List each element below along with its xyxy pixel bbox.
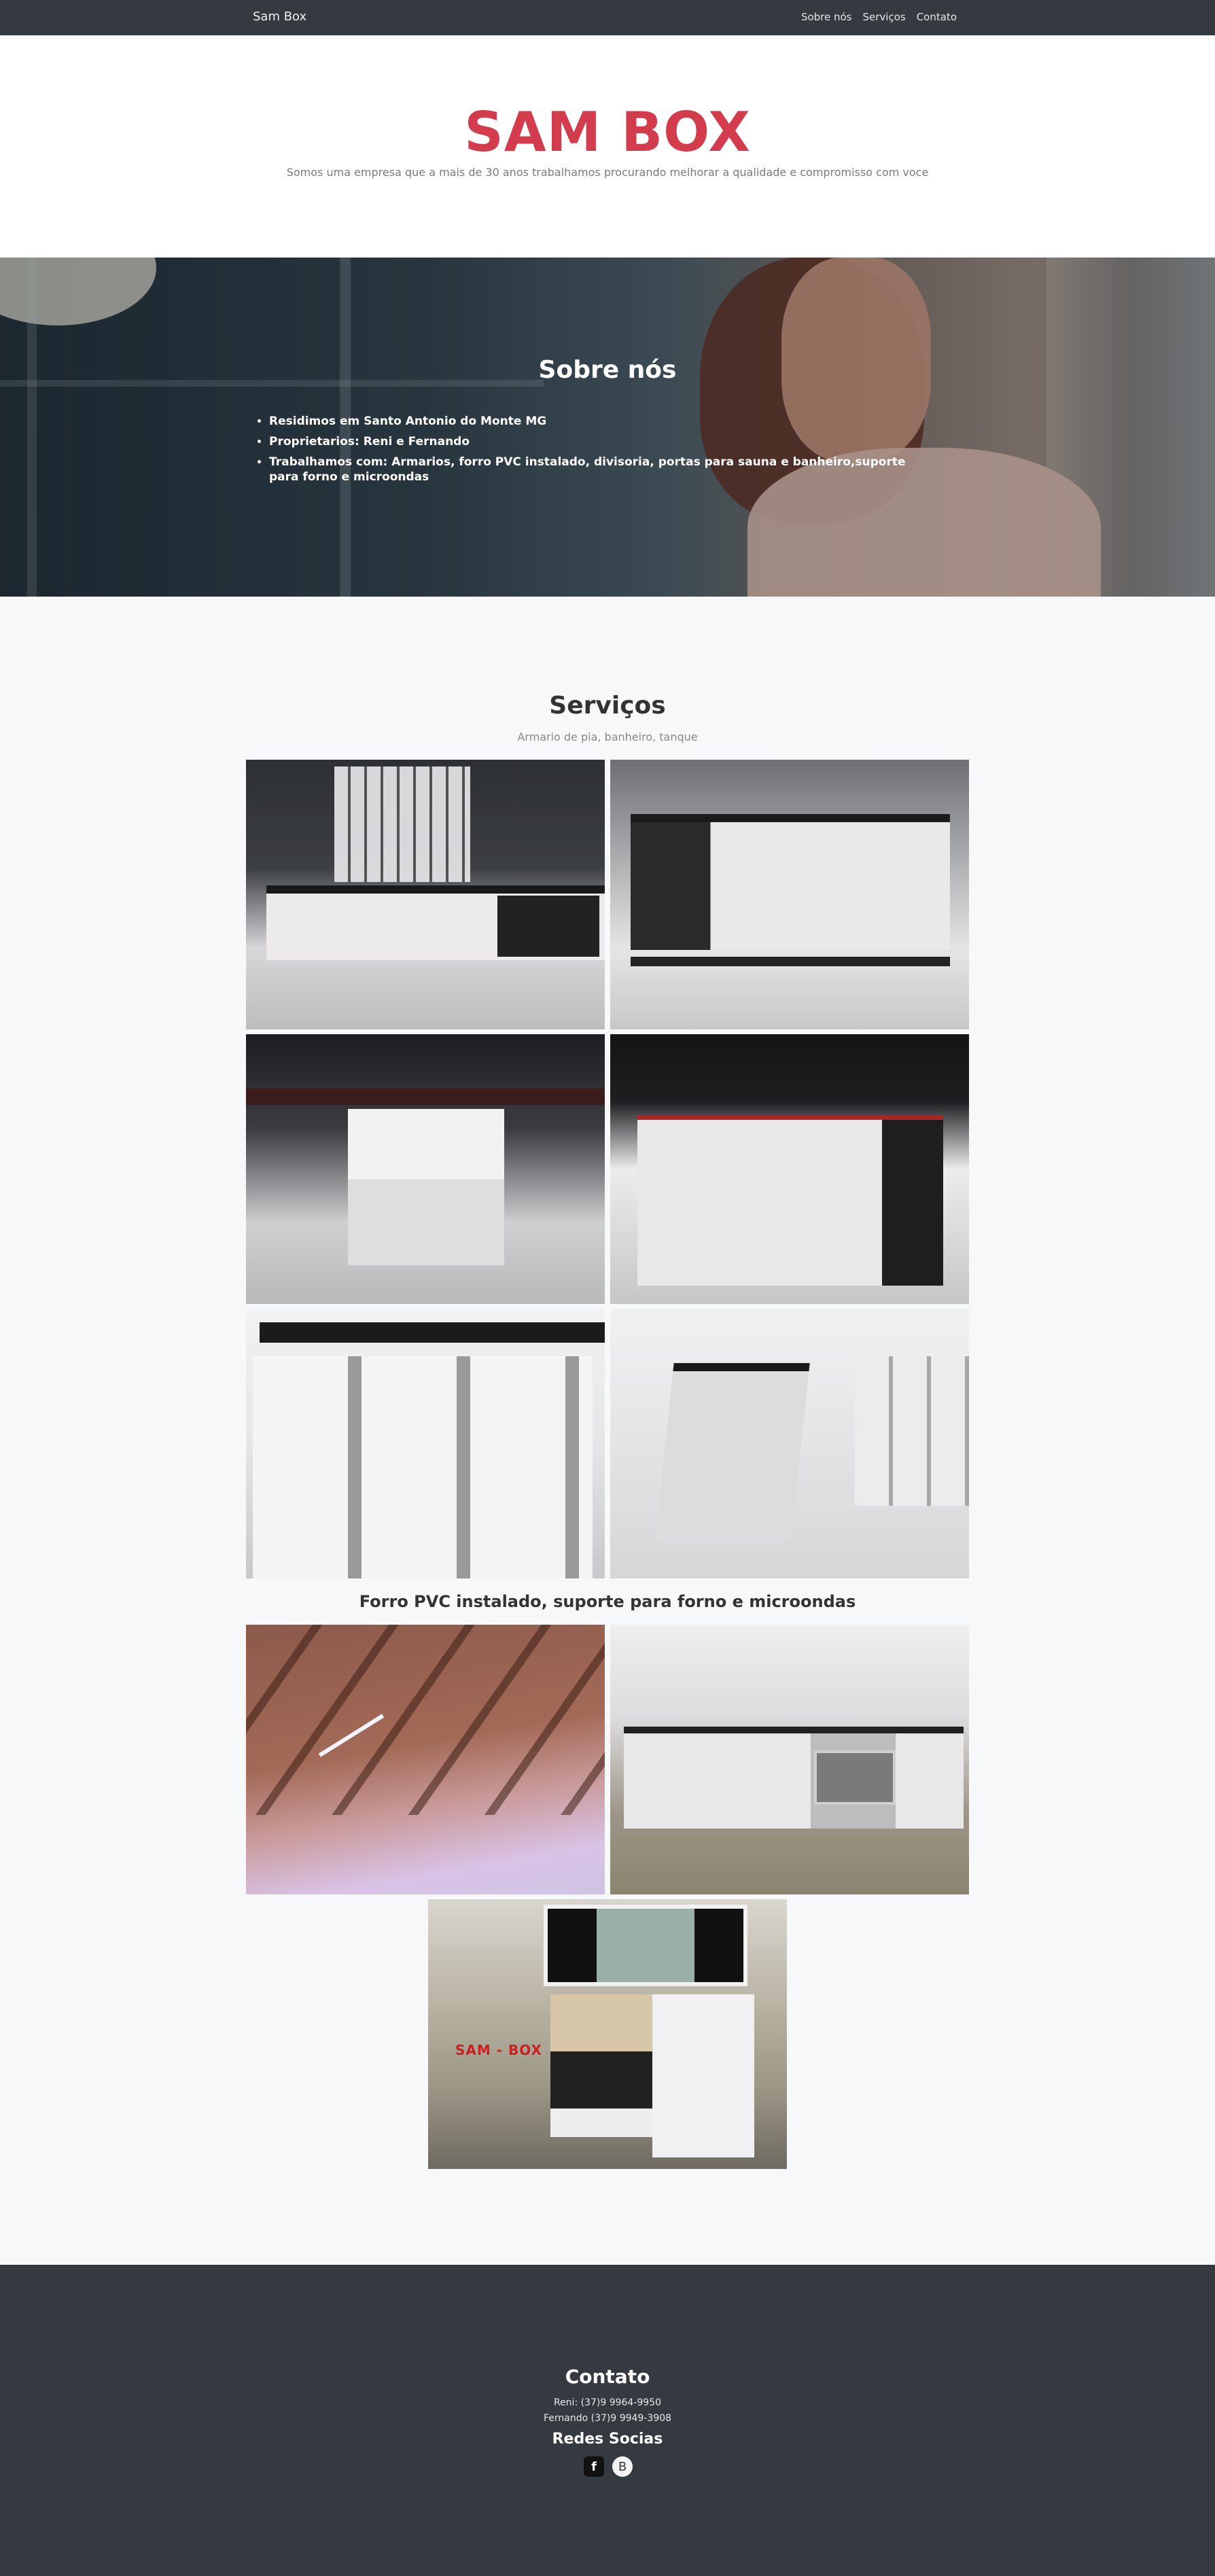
nav-link-servicos[interactable]: Serviços xyxy=(863,11,906,23)
social-title: Redes Socias xyxy=(552,2431,663,2448)
microwave-support-photo: SAM - BOX xyxy=(428,1899,787,2169)
hero-section: SAM BOX Somos uma empresa que a mais de … xyxy=(0,35,1215,258)
hero-title: SAM BOX xyxy=(464,101,751,164)
hero-subtitle: Somos uma empresa que a mais de 30 anos … xyxy=(286,166,929,179)
facebook-icon[interactable]: f xyxy=(584,2456,604,2477)
about-item: Residimos em Santo Antonio do Monte MG xyxy=(269,414,921,429)
contact-title: Contato xyxy=(565,2365,650,2388)
about-section: Sobre nós Residimos em Santo Antonio do … xyxy=(0,258,1215,597)
cabinet-photo xyxy=(246,760,605,1029)
forro-section-title: Forro PVC instalado, suporte para forno … xyxy=(359,1592,856,1611)
oven-support-photo xyxy=(610,1625,969,1894)
contact-phone-reni: Reni: (37)9 9964-9950 xyxy=(553,2397,662,2408)
services-subtitle: Armario de pia, banheiro, tanque xyxy=(517,730,698,743)
about-item: Trabalhamos com: Armarios, forro PVC ins… xyxy=(269,455,921,484)
about-item: Proprietarios: Reni e Fernando xyxy=(269,434,921,449)
cabinet-photo xyxy=(610,760,969,1029)
nav-link-contato[interactable]: Contato xyxy=(917,11,957,23)
blogger-icon[interactable]: B xyxy=(612,2456,633,2477)
social-links: f B xyxy=(584,2456,633,2477)
brand-link[interactable]: Sam Box xyxy=(253,10,306,24)
footer: Contato Reni: (37)9 9964-9950 Fernando (… xyxy=(0,2265,1215,2576)
about-list: Residimos em Santo Antonio do Monte MG P… xyxy=(269,414,921,490)
services-title: Serviços xyxy=(549,692,666,720)
pvc-ceiling-photo xyxy=(246,1625,605,1894)
contact-phone-fernando: Fernando (37)9 9949-3908 xyxy=(543,2413,672,2424)
cabinet-photo xyxy=(610,1309,969,1578)
navbar: Sam Box Sobre nós Serviços Contato xyxy=(0,0,1215,35)
nav-links: Sobre nós Serviços Contato xyxy=(801,11,957,23)
cabinet-photo xyxy=(246,1309,605,1578)
cabinet-photo xyxy=(246,1034,605,1304)
cabinet-photo xyxy=(610,1034,969,1304)
photo-watermark: SAM - BOX xyxy=(455,2042,542,2058)
nav-link-sobre[interactable]: Sobre nós xyxy=(801,11,852,23)
about-title: Sobre nós xyxy=(538,356,677,384)
